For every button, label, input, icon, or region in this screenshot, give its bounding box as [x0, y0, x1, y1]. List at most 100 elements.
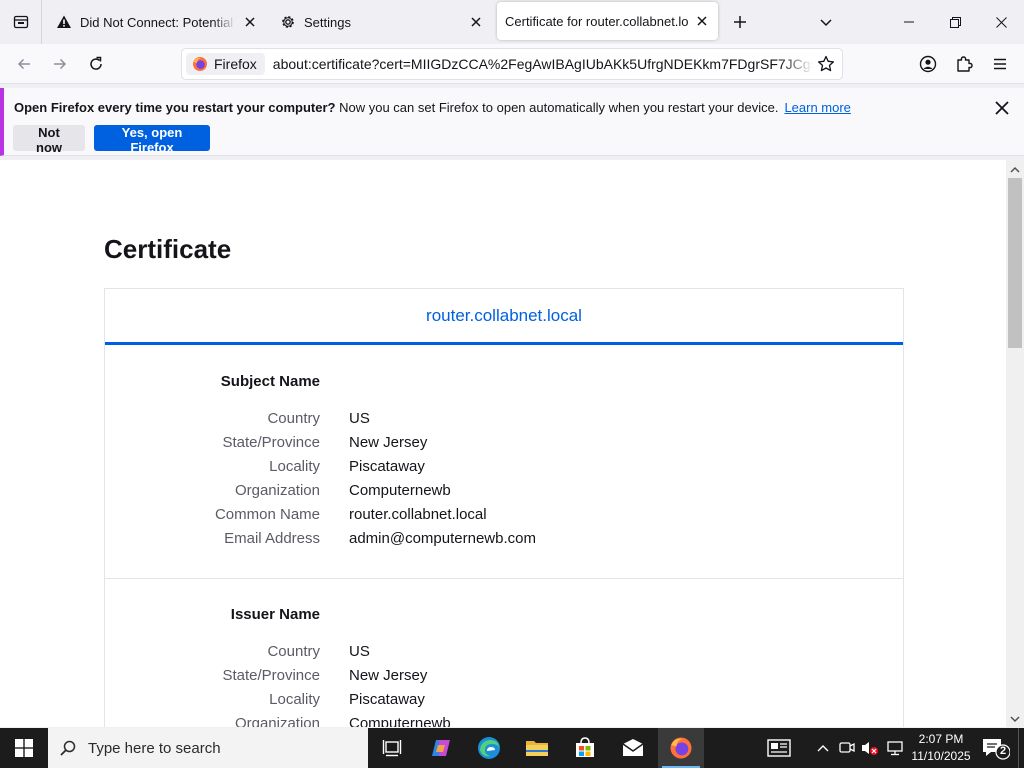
navigation-toolbar: Firefox about:certificate?cert=MIIGDzCCA… [0, 44, 1024, 84]
close-tab-icon[interactable] [468, 14, 484, 30]
start-button[interactable] [0, 728, 48, 768]
address-bar[interactable]: Firefox about:certificate?cert=MIIGDzCCA… [182, 49, 842, 79]
notification-text: Now you can set Firefox to open automati… [339, 100, 779, 115]
clock-date: 11/10/2025 [911, 749, 971, 763]
field-value: Computernewb [349, 482, 451, 499]
reload-button[interactable] [82, 50, 110, 78]
url-text[interactable]: about:certificate?cert=MIIGDzCCA%2FegAwI… [273, 56, 813, 72]
page-title: Certificate [104, 234, 232, 264]
tab-title: Did Not Connect: Potential Security Issu… [80, 14, 236, 30]
bookmark-star-button[interactable] [816, 54, 836, 74]
windows-taskbar: Type here to search 2:07 PM 11/10/2025 2 [0, 728, 1024, 768]
field-value: router.collabnet.local [349, 506, 487, 523]
taskbar-search-box[interactable]: Type here to search [48, 728, 368, 768]
field-value: New Jersey [349, 434, 428, 451]
certificate-tabs: router.collabnet.local [105, 289, 903, 345]
field-label: Organization [234, 482, 320, 499]
field-label: Country [267, 643, 320, 660]
notification-center-button[interactable]: 2 [980, 736, 1011, 760]
copilot-icon [432, 740, 450, 756]
vertical-scrollbar[interactable] [1006, 160, 1024, 727]
learn-more-link[interactable]: Learn more [784, 100, 850, 115]
tab-certificate-router[interactable]: router.collabnet.local [426, 306, 582, 326]
firefox-logo-icon [193, 57, 207, 71]
scroll-up-arrow[interactable] [1006, 162, 1024, 178]
app-menu-button[interactable] [986, 50, 1014, 78]
chevron-up-icon[interactable] [813, 738, 833, 758]
restore-button[interactable] [932, 0, 978, 44]
field-value: US [349, 643, 370, 660]
page-content: Certificate router.collabnet.local Subje… [0, 160, 1006, 727]
field-value: Computernewb [349, 715, 451, 727]
list-all-tabs-button[interactable] [814, 10, 838, 34]
restore-icon [949, 16, 961, 28]
field-value: Piscataway [349, 458, 425, 475]
field-value: New Jersey [349, 667, 428, 684]
forward-button[interactable] [46, 50, 74, 78]
field-value: Piscataway [349, 691, 425, 708]
mail-icon [622, 739, 644, 756]
chevron-down-icon [820, 19, 832, 27]
speaker-muted-icon[interactable] [860, 738, 880, 758]
field-label: Email Address [224, 530, 320, 547]
show-desktop-button[interactable] [1018, 728, 1024, 768]
taskbar-edge[interactable] [466, 728, 512, 768]
tab-title: Settings [304, 14, 351, 30]
tab-settings[interactable]: Settings [272, 0, 494, 44]
taskbar-store[interactable] [562, 728, 608, 768]
taskbar-file-explorer[interactable] [514, 728, 560, 768]
field-value: US [349, 410, 370, 427]
firefox-view-icon [13, 15, 28, 29]
scrollbar-thumb[interactable] [1008, 178, 1022, 348]
yes-open-firefox-button[interactable]: Yes, open Firefox [94, 125, 210, 155]
clock[interactable]: 2:07 PM 11/10/2025 [910, 731, 972, 765]
search-placeholder: Type here to search [88, 739, 221, 757]
warning-icon [56, 14, 72, 30]
meet-now-icon[interactable] [837, 738, 857, 758]
task-view-button[interactable] [369, 728, 415, 768]
identity-label: Firefox [214, 56, 257, 72]
tab-title: Certificate for router.collabnet.local [505, 13, 688, 29]
minimize-button[interactable] [886, 0, 932, 44]
taskbar-mail[interactable] [610, 728, 656, 768]
field-label: Locality [269, 691, 320, 708]
plus-icon [734, 16, 746, 28]
task-view-icon [382, 740, 402, 757]
identity-box[interactable]: Firefox [186, 53, 265, 75]
default-browser-notification: Open Firefox every time you restart your… [0, 88, 1024, 156]
notification-bold-text: Open Firefox every time you restart your… [14, 100, 336, 115]
tab-strip: Did Not Connect: Potential Security Issu… [0, 0, 1024, 44]
tab-certificate[interactable]: Certificate for router.collabnet.local [497, 2, 718, 40]
field-value: admin@computernewb.com [349, 530, 536, 547]
search-icon [48, 739, 88, 757]
firefox-view-button[interactable] [0, 0, 42, 44]
field-label: Organization [234, 715, 320, 727]
close-tab-icon[interactable] [242, 14, 258, 30]
taskbar-copilot[interactable] [418, 728, 464, 768]
network-icon[interactable] [885, 738, 905, 758]
extensions-button[interactable] [950, 50, 978, 78]
close-notification-button[interactable] [992, 98, 1012, 118]
clock-time: 2:07 PM [918, 732, 964, 746]
reload-icon [90, 56, 102, 70]
new-tab-button[interactable] [728, 10, 752, 34]
notification-message: Open Firefox every time you restart your… [14, 100, 851, 115]
close-window-button[interactable] [978, 0, 1024, 44]
field-label: State/Province [222, 434, 320, 451]
section-divider [105, 578, 903, 579]
taskbar-firefox[interactable] [658, 728, 704, 768]
not-now-button[interactable]: Not now [13, 125, 85, 155]
back-button[interactable] [10, 50, 38, 78]
field-label: State/Province [222, 667, 320, 684]
account-button[interactable] [914, 50, 942, 78]
close-tab-icon[interactable] [694, 13, 710, 29]
scroll-down-arrow[interactable] [1006, 711, 1024, 727]
field-label: Common Name [214, 506, 320, 523]
news-widget-icon[interactable] [766, 738, 792, 758]
chevron-up-icon [1010, 166, 1020, 173]
subject-name-title: Subject Name [220, 373, 320, 390]
tab-security-issue[interactable]: Did Not Connect: Potential Security Issu… [48, 0, 266, 44]
gear-icon [280, 14, 296, 30]
minimize-icon [904, 21, 914, 23]
issuer-name-title: Issuer Name [230, 606, 320, 623]
